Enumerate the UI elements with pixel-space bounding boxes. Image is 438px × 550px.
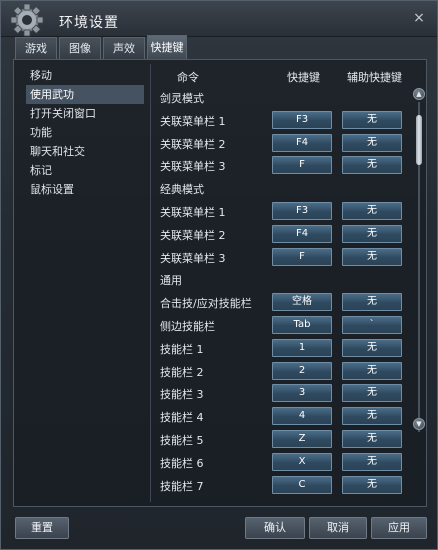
command-label: 技能栏 6 bbox=[160, 457, 204, 470]
table-row: 技能栏 5 Z无 bbox=[14, 428, 414, 450]
hotkey-button[interactable]: 4 bbox=[272, 407, 332, 425]
section-header: 经典模式 bbox=[14, 177, 414, 199]
aux-hotkey-button[interactable]: 无 bbox=[342, 453, 402, 471]
table-row: 侧边技能栏 Tab ` bbox=[14, 314, 414, 336]
command-label: 合击技/应对技能栏 bbox=[160, 297, 252, 310]
command-label: 技能栏 2 bbox=[160, 366, 204, 379]
command-label: 关联菜单栏 3 bbox=[160, 160, 226, 173]
aux-hotkey-button[interactable]: 无 bbox=[342, 362, 402, 380]
command-label: 技能栏 4 bbox=[160, 411, 204, 424]
hotkey-button[interactable]: 3 bbox=[272, 384, 332, 402]
hotkey-button[interactable]: 2 bbox=[272, 362, 332, 380]
tab-bar: 游戏 图像 声效 快捷键 bbox=[15, 35, 187, 59]
table-row: 关联菜单栏 2 F4 无 bbox=[14, 223, 414, 245]
table-row: 技能栏 7 C无 bbox=[14, 474, 414, 496]
aux-hotkey-button[interactable]: ` bbox=[342, 316, 402, 334]
table-header: 命令 快捷键 辅助快捷键 bbox=[14, 69, 428, 85]
aux-hotkey-button[interactable]: 无 bbox=[342, 134, 402, 152]
aux-hotkey-button[interactable]: 无 bbox=[342, 384, 402, 402]
settings-window: 环境设置 × 游戏 图像 声效 快捷键 移动 使用武功 打开关闭窗口 功能 聊天和社交 标记 鼠标… bbox=[0, 0, 438, 550]
scroll-down-button[interactable]: ▼ bbox=[413, 418, 425, 430]
scrollbar[interactable]: ▲ ▼ bbox=[413, 88, 425, 500]
command-label: 侧边技能栏 bbox=[160, 320, 215, 333]
table-row: 关联菜单栏 2 F4 无 bbox=[14, 132, 414, 154]
table-row: 技能栏 4 4无 bbox=[14, 405, 414, 427]
section-label: 通用 bbox=[160, 274, 182, 287]
table-row: 技能栏 3 3无 bbox=[14, 382, 414, 404]
tab-0[interactable]: 游戏 bbox=[15, 37, 57, 59]
header-aux-hotkey: 辅助快捷键 bbox=[347, 71, 402, 84]
aux-hotkey-button[interactable]: 无 bbox=[342, 293, 402, 311]
table-row: 关联菜单栏 1 F3 无 bbox=[14, 200, 414, 222]
aux-hotkey-button[interactable]: 无 bbox=[342, 225, 402, 243]
section-label: 经典模式 bbox=[160, 183, 204, 196]
command-label: 技能栏 7 bbox=[160, 480, 204, 493]
command-label: 关联菜单栏 1 bbox=[160, 206, 226, 219]
hotkey-button[interactable]: Tab bbox=[272, 316, 332, 334]
tab-1[interactable]: 图像 bbox=[59, 37, 101, 59]
apply-button[interactable]: 应用 bbox=[371, 517, 427, 539]
reset-button[interactable]: 重置 bbox=[15, 517, 69, 539]
hotkey-button[interactable]: F4 bbox=[272, 134, 332, 152]
cancel-button[interactable]: 取消 bbox=[309, 517, 367, 539]
table-row: 关联菜单栏 3 F无 bbox=[14, 246, 414, 268]
command-label: 关联菜单栏 3 bbox=[160, 252, 226, 265]
hotkey-button[interactable]: F3 bbox=[272, 202, 332, 220]
aux-hotkey-button[interactable]: 无 bbox=[342, 202, 402, 220]
scroll-thumb[interactable] bbox=[416, 115, 422, 165]
scroll-up-button[interactable]: ▲ bbox=[413, 88, 425, 100]
command-label: 关联菜单栏 2 bbox=[160, 229, 226, 242]
confirm-button[interactable]: 确认 bbox=[245, 517, 305, 539]
close-icon[interactable]: × bbox=[411, 10, 427, 26]
command-label: 技能栏 5 bbox=[160, 434, 204, 447]
table-row: 技能栏 2 2无 bbox=[14, 360, 414, 382]
hotkey-button[interactable]: 1 bbox=[272, 339, 332, 357]
section-label: 剑灵模式 bbox=[160, 92, 204, 105]
aux-hotkey-button[interactable]: 无 bbox=[342, 430, 402, 448]
tab-2[interactable]: 声效 bbox=[103, 37, 145, 59]
aux-hotkey-button[interactable]: 无 bbox=[342, 339, 402, 357]
table-row: 技能栏 1 1无 bbox=[14, 337, 414, 359]
hotkey-button[interactable]: 空格 bbox=[272, 293, 332, 311]
hotkey-button[interactable]: F bbox=[272, 156, 332, 174]
hotkey-button[interactable]: Z bbox=[272, 430, 332, 448]
command-label: 关联菜单栏 2 bbox=[160, 138, 226, 151]
section-header: 通用 bbox=[14, 268, 414, 290]
hotkey-panel: 移动 使用武功 打开关闭窗口 功能 聊天和社交 标记 鼠标设置 命令 快捷键 辅助快捷键 剑… bbox=[13, 59, 427, 507]
command-label: 关联菜单栏 1 bbox=[160, 115, 226, 128]
table-row: 合击技/应对技能栏 空格无 bbox=[14, 291, 414, 313]
section-header: 剑灵模式 bbox=[14, 86, 414, 108]
aux-hotkey-button[interactable]: 无 bbox=[342, 111, 402, 129]
header-hotkey: 快捷键 bbox=[287, 71, 320, 84]
hotkey-button[interactable]: F4 bbox=[272, 225, 332, 243]
aux-hotkey-button[interactable]: 无 bbox=[342, 407, 402, 425]
hotkey-button[interactable]: F bbox=[272, 248, 332, 266]
aux-hotkey-button[interactable]: 无 bbox=[342, 248, 402, 266]
aux-hotkey-button[interactable]: 无 bbox=[342, 476, 402, 494]
hotkey-button[interactable]: F3 bbox=[272, 111, 332, 129]
header-command: 命令 bbox=[177, 71, 199, 84]
title-bar[interactable]: 环境设置 × bbox=[1, 1, 437, 37]
table-row: 技能栏 6 X无 bbox=[14, 451, 414, 473]
aux-hotkey-button[interactable]: 无 bbox=[342, 156, 402, 174]
hotkey-table: 剑灵模式 关联菜单栏 1 F3 无关联菜单栏 2 F4 无关联菜单栏 3 F 无经典模式 关联菜… bbox=[14, 86, 428, 504]
table-row: 关联菜单栏 3 F无 bbox=[14, 154, 414, 176]
tab-3[interactable]: 快捷键 bbox=[147, 35, 187, 59]
command-label: 技能栏 1 bbox=[160, 343, 204, 356]
hotkey-button[interactable]: X bbox=[272, 453, 332, 471]
window-title: 环境设置 bbox=[59, 15, 119, 31]
gear-icon bbox=[10, 3, 44, 37]
table-row: 关联菜单栏 1 F3 无 bbox=[14, 109, 414, 131]
command-label: 技能栏 3 bbox=[160, 388, 204, 401]
hotkey-button[interactable]: C bbox=[272, 476, 332, 494]
